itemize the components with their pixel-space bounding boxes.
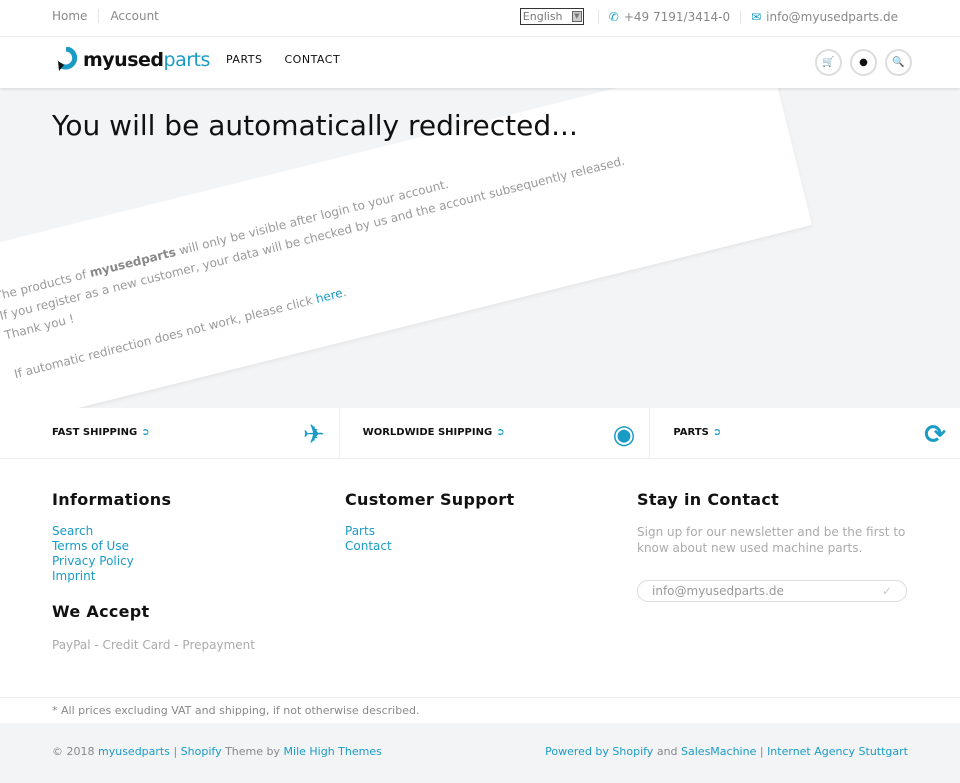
phone-icon: ✆ bbox=[608, 9, 619, 24]
phone: ✆ +49 7191/3414-0 bbox=[597, 9, 740, 24]
footer-link-imprint[interactable]: Imprint bbox=[52, 569, 255, 584]
page-title: You will be automatically redirected... bbox=[52, 109, 578, 142]
cart-button[interactable]: 🛒 bbox=[815, 49, 842, 76]
logo[interactable]: myused parts bbox=[55, 47, 210, 73]
shopify-link[interactable]: Shopify bbox=[181, 745, 222, 758]
footer-support: Customer Support Parts Contact bbox=[345, 490, 515, 554]
feature-parts[interactable]: PARTS ➲ ⟳ bbox=[650, 408, 960, 458]
language-select[interactable]: English ▼ bbox=[519, 8, 584, 25]
dropdown-arrow-icon: ▼ bbox=[571, 11, 582, 22]
envelope-icon: ✉ bbox=[751, 9, 762, 24]
features-bar: FAST SHIPPING ➲ ✈ WORLDWIDE SHIPPING ➲ ◉ PAR… bbox=[0, 408, 960, 459]
header: myused parts PARTS CONTACT 🛒 ● 🔍 bbox=[0, 37, 960, 88]
email-link[interactable]: ✉ info@myusedparts.de bbox=[740, 9, 908, 24]
cart-icon: 🛒 bbox=[822, 57, 835, 68]
feature-fast-shipping[interactable]: FAST SHIPPING ➲ ✈ bbox=[0, 408, 340, 458]
chevron-circle-right-icon: ➲ bbox=[496, 427, 505, 438]
nav-parts[interactable]: PARTS bbox=[226, 53, 263, 66]
powered-by-shopify-link[interactable]: Powered by Shopify bbox=[545, 745, 653, 758]
user-icon: ● bbox=[859, 57, 868, 68]
account-button[interactable]: ● bbox=[850, 49, 877, 76]
footer-link-contact[interactable]: Contact bbox=[345, 539, 514, 554]
chevron-circle-right-icon: ➲ bbox=[141, 427, 150, 438]
compass-icon: ◉ bbox=[612, 420, 636, 450]
account-link[interactable]: Account bbox=[110, 9, 169, 23]
search-button[interactable]: 🔍 bbox=[885, 49, 912, 76]
logo-mark-icon bbox=[58, 47, 77, 71]
search-icon: 🔍 bbox=[892, 57, 905, 68]
refresh-icon: ⟳ bbox=[924, 420, 947, 450]
nav-contact[interactable]: CONTACT bbox=[285, 53, 341, 66]
check-icon[interactable]: ✓ bbox=[882, 584, 892, 599]
footer-informations: Informations Search Terms of Use Privacy… bbox=[52, 490, 255, 653]
salesmachine-link[interactable]: SalesMachine bbox=[681, 745, 756, 758]
plane-icon: ✈ bbox=[302, 420, 325, 450]
redirect-here-link[interactable]: here bbox=[314, 286, 344, 306]
mile-high-themes-link[interactable]: Mile High Themes bbox=[284, 745, 382, 758]
price-note: * All prices excluding VAT and shipping,… bbox=[0, 697, 960, 723]
footer-contact: Stay in Contact Sign up for our newslett… bbox=[637, 492, 912, 602]
brand-link[interactable]: myusedparts bbox=[98, 745, 170, 758]
footer-link-terms[interactable]: Terms of Use bbox=[52, 539, 255, 554]
home-link[interactable]: Home bbox=[52, 9, 100, 23]
main-content: The products of myusedparts will only be… bbox=[0, 88, 960, 408]
feature-worldwide-shipping[interactable]: WORLDWIDE SHIPPING ➲ ◉ bbox=[340, 408, 651, 458]
chevron-circle-right-icon: ➲ bbox=[712, 427, 722, 438]
footer-link-privacy[interactable]: Privacy Policy bbox=[52, 554, 255, 569]
newsletter-email-input[interactable]: info@myusedparts.de ✓ bbox=[637, 580, 907, 602]
bottom-bar: © 2018 myusedparts | Shopify Theme by Mi… bbox=[0, 724, 960, 783]
footer-link-search[interactable]: Search bbox=[52, 524, 255, 539]
agency-link[interactable]: Internet Agency Stuttgart bbox=[767, 745, 908, 758]
top-bar: Home Account English ▼ ✆ +49 7191/3414-0 ✉… bbox=[0, 0, 960, 37]
footer-link-parts[interactable]: Parts bbox=[345, 524, 514, 539]
